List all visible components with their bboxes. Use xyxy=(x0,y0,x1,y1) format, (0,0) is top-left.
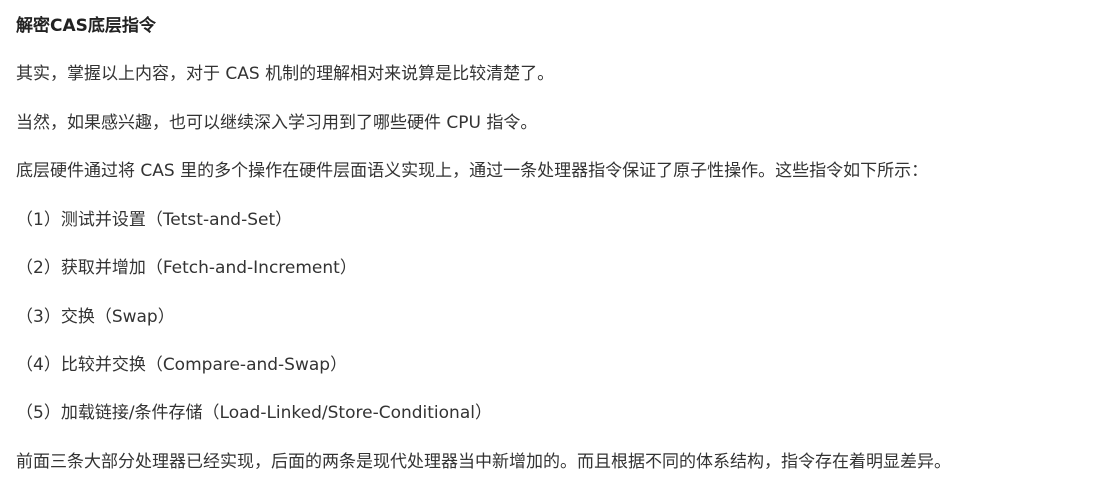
paragraph-intro: 其实，掌握以上内容，对于 CAS 机制的理解相对来说算是比较清楚了。 xyxy=(16,64,555,84)
instruction-item-load-linked-store-conditional: （5）加载链接/条件存储（Load-Linked/Store-Condition… xyxy=(16,403,492,423)
instruction-item-compare-and-swap: （4）比较并交换（Compare-and-Swap） xyxy=(16,355,348,375)
paragraph-closing: 前面三条大部分处理器已经实现，后面的两条是现代处理器当中新增加的。而且根据不同的… xyxy=(16,452,951,472)
section-heading: 解密CAS底层指令 xyxy=(16,16,156,36)
instruction-item-swap: （3）交换（Swap） xyxy=(16,307,175,327)
paragraph-hardware: 底层硬件通过将 CAS 里的多个操作在硬件层面语义实现上，通过一条处理器指令保证… xyxy=(16,161,929,181)
paragraph-interest: 当然，如果感兴趣，也可以继续深入学习用到了哪些硬件 CPU 指令。 xyxy=(16,113,538,133)
instruction-item-test-and-set: （1）测试并设置（Tetst-and-Set） xyxy=(16,210,293,230)
instruction-item-fetch-and-increment: （2）获取并增加（Fetch-and-Increment） xyxy=(16,258,357,278)
